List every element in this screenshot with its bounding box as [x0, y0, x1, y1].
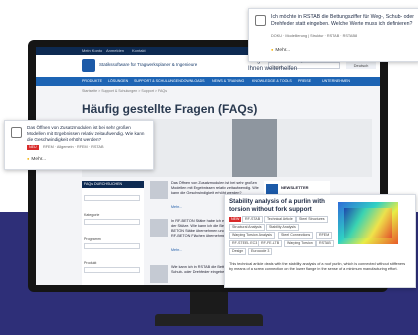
hero-image — [232, 119, 277, 177]
product-select[interactable] — [84, 267, 140, 273]
thumbnail — [150, 219, 168, 237]
filter-label: Kategorie — [84, 213, 100, 217]
page-title: Häufig gestellte Fragen (FAQs) — [82, 102, 258, 116]
tag[interactable]: RFEM — [316, 232, 333, 239]
tag[interactable]: Steel Connections — [278, 232, 314, 239]
thumbnail — [150, 181, 168, 199]
nav-item[interactable]: UNTERNEHMEN — [322, 77, 350, 86]
logo-text: Statikssoftware für Tragwerksplaner & In… — [99, 62, 198, 67]
popup-tags: RFEM · Allgemein · RFEM · RSTAB — [43, 145, 104, 149]
topbar-item[interactable]: Mein Konto — [82, 47, 102, 55]
main-nav: PRODUKTE LÖSUNGEN SUPPORT & SCHULUNGEN D… — [36, 77, 380, 86]
more-link[interactable]: Mehr... — [171, 205, 182, 209]
thumbnail — [150, 265, 168, 283]
tag[interactable]: Warping Torsion Analysis — [229, 232, 275, 239]
tag[interactable]: Warping Torsion — [284, 240, 316, 247]
nav-item[interactable]: SUPPORT & SCHULUNGEN — [134, 77, 181, 86]
tag[interactable]: Design — [229, 248, 247, 255]
tag[interactable]: Eurocode 3 — [248, 248, 273, 255]
popup-card-left[interactable]: Das Öffnen von Zusatzmodulen ist bei seh… — [4, 120, 154, 170]
tag[interactable]: RF-STEEL EC3 — [229, 240, 261, 247]
program-select[interactable] — [84, 243, 140, 249]
category-select[interactable] — [84, 219, 140, 225]
nav-item[interactable]: KNOWLEDGE & TOOLS — [252, 77, 292, 86]
question-icon — [255, 15, 266, 26]
tag[interactable]: Stability Analysis — [266, 224, 299, 231]
tag[interactable]: Structural Analysis — [229, 224, 265, 231]
tag[interactable]: Steel Structures — [296, 216, 328, 223]
new-badge: NEW — [229, 217, 242, 222]
more-link[interactable]: Mehr... — [27, 156, 46, 162]
more-link[interactable]: Mehr... — [171, 248, 182, 252]
nav-item[interactable]: PRODUKTE — [82, 77, 102, 86]
monitor-base — [155, 314, 263, 326]
sidebar-header: FAQs DURCHSUCHEN — [82, 181, 144, 188]
popup-card-top[interactable]: Ich möchte in RSTAB die Bettungsziffer f… — [248, 8, 418, 62]
monitor-stand — [190, 292, 228, 316]
article-title[interactable]: Stability analysis of a purlin with tors… — [229, 198, 334, 214]
search-field[interactable] — [84, 195, 140, 201]
topbar-item[interactable]: Anmelden — [106, 47, 124, 55]
tag[interactable]: Technical Article — [264, 216, 296, 223]
logo-icon[interactable] — [82, 59, 95, 72]
nav-item[interactable]: PREISE — [298, 77, 311, 86]
nav-item[interactable]: NEWS & TRAINING — [212, 77, 244, 86]
tag[interactable]: RF-STAB — [242, 216, 264, 223]
filter-label: Produkt — [84, 261, 97, 265]
question-icon — [11, 127, 22, 138]
fem-result-image — [338, 202, 398, 244]
language-select[interactable]: Deutsch — [346, 62, 376, 69]
topbar-item[interactable]: Kontakt — [132, 47, 146, 55]
nav-item[interactable]: LÖSUNGEN — [108, 77, 128, 86]
filter-label: Programm — [84, 237, 101, 241]
tag[interactable]: RF-FE-LTB — [258, 240, 283, 247]
popup-tags: DOKU · Modellierung | Struktur · RSTAB ·… — [271, 34, 358, 38]
popup-question[interactable]: Ich möchte in RSTAB die Bettungsziffer f… — [271, 14, 417, 28]
new-badge: NEU — [27, 145, 39, 150]
newsletter-title: NEWSLETTER — [281, 185, 309, 190]
article-excerpt: This technical article deals with the st… — [229, 262, 406, 271]
nav-item[interactable]: DOWNLOADS — [181, 77, 205, 86]
tag[interactable]: RSTAB — [316, 240, 334, 247]
more-link[interactable]: Mehr... — [271, 47, 290, 53]
breadcrumb[interactable]: Startseite > Support & Schulungen > Supp… — [82, 89, 167, 93]
popup-question[interactable]: Das Öffnen von Zusatzmodulen ist bei seh… — [27, 125, 149, 143]
